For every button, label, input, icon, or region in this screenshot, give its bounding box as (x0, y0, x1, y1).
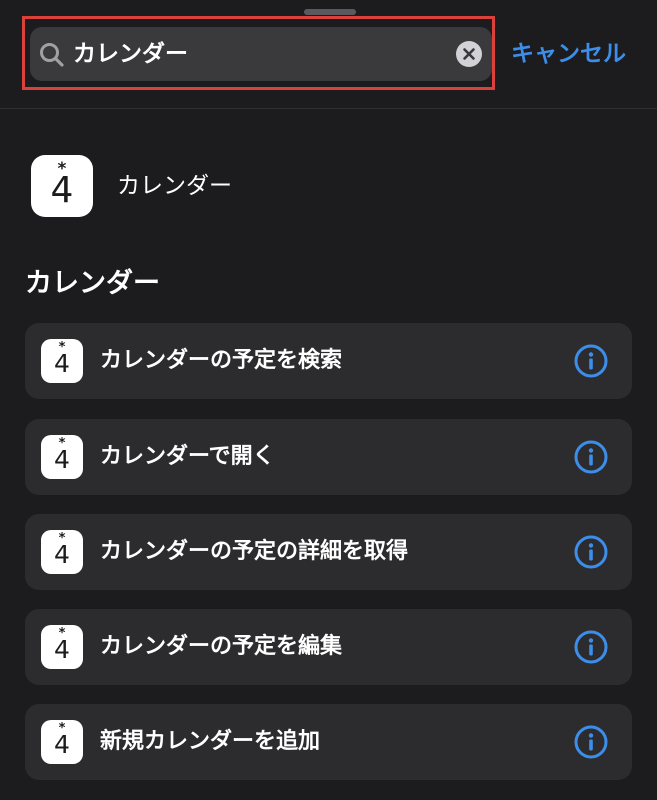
calendar-icon-day: 4 (54, 635, 70, 664)
action-row-edit-event[interactable]: * 4 カレンダーの予定を編集 (25, 609, 632, 685)
calendar-icon-day: 4 (54, 540, 70, 569)
action-label: カレンダーの予定の詳細を取得 (100, 539, 409, 564)
calendar-icon-day: 4 (54, 349, 70, 378)
section-heading: カレンダー (25, 268, 160, 299)
info-icon[interactable] (574, 535, 608, 569)
cancel-button[interactable]: キャンセル (511, 36, 626, 72)
info-icon[interactable] (574, 344, 608, 378)
app-result-label[interactable]: カレンダー (117, 168, 232, 204)
sheet-grabber[interactable] (304, 9, 356, 15)
calendar-app-icon: * 4 (41, 625, 83, 669)
action-row-get-event-details[interactable]: * 4 カレンダーの予定の詳細を取得 (25, 514, 632, 590)
info-icon[interactable] (574, 725, 608, 759)
calendar-icon-day: 4 (50, 170, 74, 211)
search-icon (40, 43, 64, 67)
calendar-app-icon: * 4 (41, 720, 83, 764)
calendar-icon-day: 4 (54, 730, 70, 759)
action-label: カレンダーで開く (100, 444, 275, 469)
calendar-app-icon: * 4 (41, 339, 83, 383)
search-input[interactable]: カレンダー (73, 27, 188, 81)
action-row-search-events[interactable]: * 4 カレンダーの予定を検索 (25, 323, 632, 399)
action-search-sheet: カレンダー キャンセル * 4 カレンダー カレンダー * 4 カレンダーの予定… (0, 0, 657, 800)
calendar-app-icon[interactable]: * 4 (31, 155, 93, 217)
calendar-app-icon: * 4 (41, 530, 83, 574)
search-field[interactable]: カレンダー (30, 27, 492, 81)
info-icon[interactable] (574, 630, 608, 664)
action-label: 新規カレンダーを追加 (100, 729, 321, 754)
calendar-icon-day: 4 (54, 445, 70, 474)
calendar-app-icon: * 4 (41, 435, 83, 479)
header-divider (0, 108, 657, 109)
action-row-add-calendar[interactable]: * 4 新規カレンダーを追加 (25, 704, 632, 780)
info-icon[interactable] (574, 440, 608, 474)
clear-icon[interactable] (456, 41, 482, 67)
action-label: カレンダーの予定を検索 (100, 348, 343, 373)
action-row-open-in-calendar[interactable]: * 4 カレンダーで開く (25, 419, 632, 495)
action-label: カレンダーの予定を編集 (100, 634, 343, 659)
